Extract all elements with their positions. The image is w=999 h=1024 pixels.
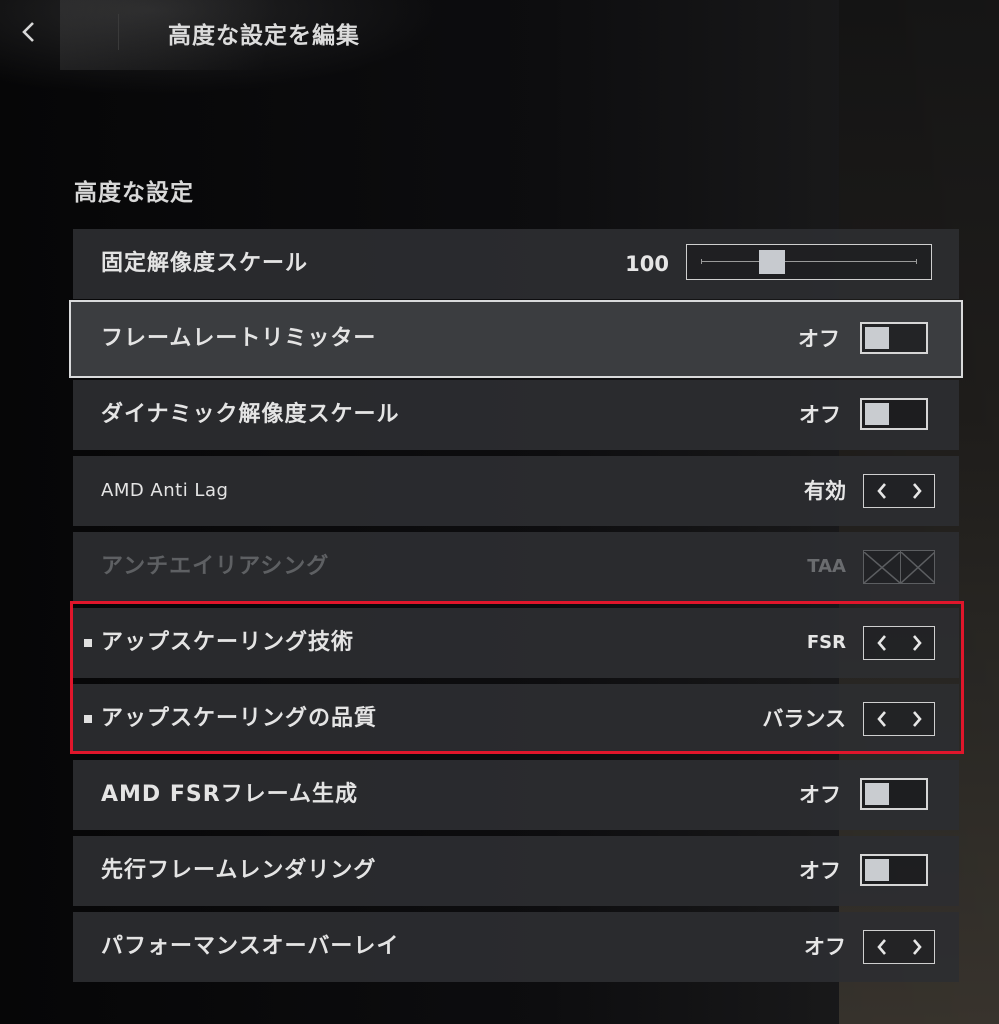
setting-row-fixed-resolution-scale[interactable]: 固定解像度スケール 100 (73, 229, 959, 299)
frame-rate-limiter-toggle[interactable] (860, 322, 928, 354)
chevron-left-icon (876, 939, 886, 955)
slider-track (701, 261, 917, 262)
section-title: 高度な設定 (74, 180, 194, 206)
setting-row-amd-fsr-frame-generation[interactable]: AMD FSRフレーム生成 オフ (73, 760, 959, 830)
toggle-knob (865, 783, 889, 805)
setting-label: 固定解像度スケール (101, 251, 309, 276)
setting-row-performance-overlay[interactable]: パフォーマンスオーバーレイ オフ (73, 912, 959, 982)
frame-generation-toggle[interactable] (860, 778, 928, 810)
slider-value: 100 (625, 252, 669, 276)
setting-value: オフ (799, 859, 841, 883)
next-option-button[interactable] (903, 705, 931, 733)
frames-ahead-toggle[interactable] (860, 854, 928, 886)
setting-row-upscaling-technique[interactable]: アップスケーリング技術 FSR (73, 608, 959, 678)
toggle-knob (865, 403, 889, 425)
setting-label: ダイナミック解像度スケール (101, 402, 400, 427)
previous-option-button[interactable] (868, 705, 896, 733)
upscaling-technique-stepper (863, 626, 935, 660)
setting-value: オフ (799, 403, 841, 427)
setting-label: 先行フレームレンダリング (101, 858, 377, 883)
setting-row-frames-ahead[interactable]: 先行フレームレンダリング オフ (73, 836, 959, 906)
setting-row-frame-rate-limiter[interactable]: フレームレートリミッター オフ (69, 300, 963, 378)
setting-label: フレームレートリミッター (101, 326, 377, 351)
chevron-left-icon (876, 483, 886, 499)
next-option-button[interactable] (903, 629, 931, 657)
setting-value: TAA (807, 556, 846, 577)
dynamic-resolution-toggle[interactable] (860, 398, 928, 430)
previous-option-button[interactable] (868, 629, 896, 657)
disabled-x-icon (864, 551, 900, 583)
game-settings-screen: 高度な設定を編集 高度な設定 固定解像度スケール 100 フレームレートリミッタ… (0, 0, 999, 1024)
back-button[interactable] (12, 14, 44, 50)
chevron-left-icon (876, 711, 886, 727)
slider-tick-min (701, 259, 702, 264)
setting-row-dynamic-resolution-scale[interactable]: ダイナミック解像度スケール オフ (73, 380, 959, 450)
slider-tick-max (916, 259, 917, 264)
setting-value: FSR (806, 632, 846, 653)
chevron-right-icon (912, 483, 922, 499)
toggle-knob (865, 859, 889, 881)
previous-option-button[interactable] (868, 477, 896, 505)
setting-label: AMD Anti Lag (101, 480, 229, 501)
performance-overlay-stepper (863, 930, 935, 964)
setting-label: アンチエイリアシング (101, 554, 330, 579)
next-option-button[interactable] (903, 933, 931, 961)
settings-list: 固定解像度スケール 100 フレームレートリミッター オフ ダイナミック解像度ス… (69, 229, 963, 988)
setting-value: オフ (798, 327, 840, 351)
chevron-left-icon (876, 635, 886, 651)
chevron-left-icon (22, 22, 34, 42)
setting-label: アップスケーリング技術 (101, 630, 355, 655)
resolution-scale-slider[interactable] (686, 244, 932, 280)
chevron-right-icon (912, 939, 922, 955)
previous-option-button[interactable] (868, 933, 896, 961)
anti-lag-stepper (863, 474, 935, 508)
chevron-right-icon (912, 635, 922, 651)
header-divider (118, 14, 119, 50)
setting-label: アップスケーリングの品質 (101, 706, 378, 731)
setting-label: パフォーマンスオーバーレイ (101, 934, 400, 959)
setting-row-upscaling-quality[interactable]: アップスケーリングの品質 バランス (73, 684, 959, 754)
setting-value: 有効 (804, 479, 846, 503)
anti-aliasing-stepper (863, 550, 935, 584)
disabled-x-icon (900, 551, 935, 583)
next-option-button[interactable] (903, 477, 931, 505)
chevron-right-icon (912, 711, 922, 727)
setting-label: AMD FSRフレーム生成 (101, 782, 358, 807)
slider-thumb[interactable] (758, 250, 785, 274)
upscaling-quality-stepper (863, 702, 935, 736)
bullet-marker (84, 639, 92, 647)
bullet-marker (84, 715, 92, 723)
setting-value: オフ (799, 783, 841, 807)
setting-row-amd-anti-lag[interactable]: AMD Anti Lag 有効 (73, 456, 959, 526)
setting-value: バランス (762, 707, 846, 731)
setting-row-anti-aliasing: アンチエイリアシング TAA (73, 532, 959, 602)
page-title: 高度な設定を編集 (168, 23, 360, 49)
toggle-knob (865, 327, 889, 349)
setting-value: オフ (804, 935, 846, 959)
